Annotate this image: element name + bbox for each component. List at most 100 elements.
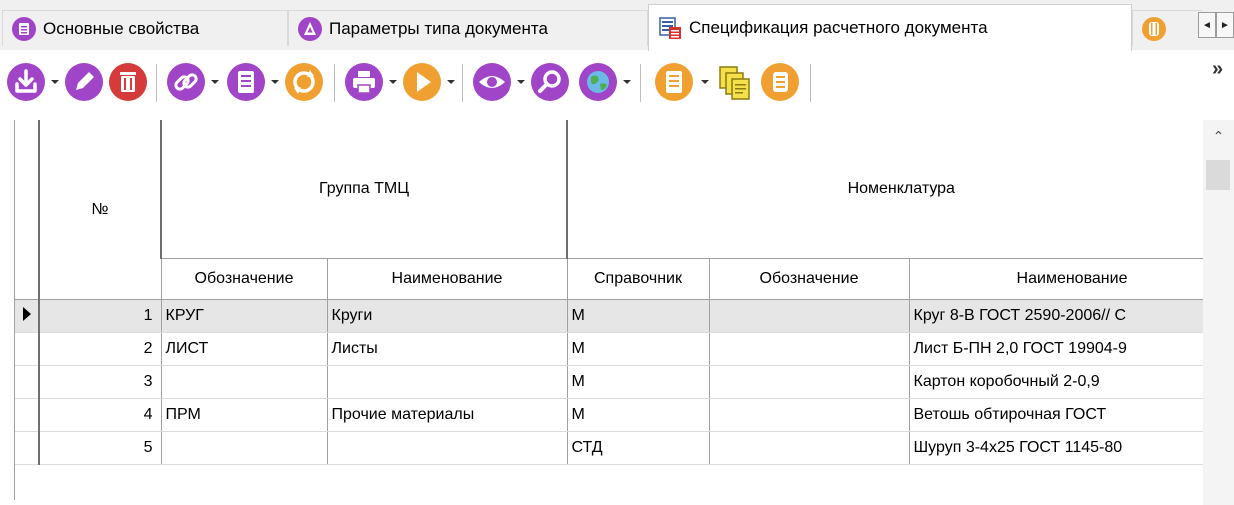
link-button[interactable] — [166, 62, 206, 102]
cell-nom-name[interactable]: Шуруп 3-4х25 ГОСТ 1145-80 — [908, 431, 1203, 465]
run-button[interactable] — [402, 62, 442, 102]
cell-group-code[interactable] — [160, 431, 328, 465]
column-header-number[interactable]: № — [38, 120, 162, 300]
cell-group-name[interactable] — [326, 431, 568, 465]
toolbar-separator — [640, 64, 641, 102]
cell-nom-ref[interactable]: М — [566, 365, 710, 399]
run-icon — [403, 63, 441, 101]
edit-icon — [65, 63, 103, 101]
tab-label: Основные свойства — [43, 18, 200, 38]
column-header-group-code[interactable]: Обозначение — [160, 258, 328, 300]
tab-doc-type-params[interactable]: Параметры типа документа — [288, 10, 648, 46]
toolbar-separator — [810, 64, 811, 102]
tab-overflow[interactable] — [1132, 10, 1202, 46]
toolbar-separator — [156, 64, 157, 102]
tab-scroll-right-button[interactable]: ► — [1216, 12, 1234, 38]
barrel-icon — [1142, 16, 1166, 41]
tab-main-properties[interactable]: Основные свойства — [2, 10, 288, 46]
cell-nom-ref[interactable]: М — [566, 332, 710, 366]
report-button[interactable] — [654, 62, 694, 102]
cell-nom-code[interactable] — [708, 299, 910, 333]
dropdown-arrow-icon[interactable] — [270, 77, 280, 87]
cell-nom-ref[interactable]: СТД — [566, 431, 710, 465]
document-button[interactable] — [226, 62, 266, 102]
column-group-header-tmc: Группа ТМЦ — [160, 120, 568, 259]
add-button[interactable] — [6, 62, 46, 102]
vertical-scrollbar[interactable]: ⌃ — [1203, 120, 1234, 505]
dropdown-arrow-icon[interactable] — [210, 77, 220, 87]
cell-number[interactable]: 3 — [38, 365, 162, 399]
table-row[interactable]: 3 М Картон коробочный 2-0,9 — [15, 365, 1203, 399]
toolbar-more-button[interactable]: » — [1212, 58, 1223, 81]
column-header-nom-ref[interactable]: Справочник — [566, 258, 710, 300]
dropdown-arrow-icon[interactable] — [388, 77, 398, 87]
cell-nom-code[interactable] — [708, 398, 910, 432]
cell-group-name[interactable]: Прочие материалы — [326, 398, 568, 432]
cell-group-name[interactable] — [326, 365, 568, 399]
refresh-icon — [285, 63, 323, 101]
view-button[interactable] — [472, 62, 512, 102]
column-header-nom-name[interactable]: Наименование — [908, 258, 1203, 300]
spec-table-icon — [659, 17, 681, 39]
link-icon — [167, 63, 205, 101]
column-header-group-name[interactable]: Наименование — [326, 258, 568, 300]
table-row[interactable]: 1 КРУГ Круги М Круг 8-В ГОСТ 2590-2006//… — [15, 299, 1203, 333]
cell-nom-name[interactable]: Картон коробочный 2-0,9 — [908, 365, 1203, 399]
spec-grid: № Группа ТМЦ Номенклатура Обозначение На… — [14, 120, 1203, 500]
cell-group-name[interactable]: Круги — [326, 299, 568, 333]
column-group-header-nomenclature: Номенклатура — [565, 120, 1203, 259]
dropdown-arrow-icon[interactable] — [446, 77, 456, 87]
cell-nom-code[interactable] — [708, 431, 910, 465]
table-row[interactable]: 4 ПРМ Прочие материалы М Ветошь обтирочн… — [15, 398, 1203, 432]
cell-group-name[interactable]: Листы — [326, 332, 568, 366]
scroll-icon — [761, 63, 799, 101]
cell-group-code[interactable]: ПРМ — [160, 398, 328, 432]
report-icon — [655, 63, 693, 101]
cell-nom-name[interactable]: Лист Б-ПН 2,0 ГОСТ 19904-9 — [908, 332, 1203, 366]
dropdown-arrow-icon[interactable] — [622, 77, 632, 87]
globe-button[interactable] — [578, 62, 618, 102]
delete-button[interactable] — [108, 62, 148, 102]
cell-nom-name[interactable]: Круг 8-В ГОСТ 2590-2006// С — [908, 299, 1203, 333]
cell-number[interactable]: 4 — [38, 398, 162, 432]
search-icon — [531, 63, 569, 101]
row-indicator-header — [15, 120, 40, 300]
cell-nom-code[interactable] — [708, 365, 910, 399]
copy-docs-icon — [719, 66, 750, 100]
globe-icon — [579, 63, 617, 101]
refresh-button[interactable] — [284, 62, 324, 102]
scrollbar-thumb[interactable] — [1206, 160, 1230, 190]
row-indicator — [15, 431, 40, 465]
cell-nom-ref[interactable]: М — [566, 398, 710, 432]
table-row[interactable]: 5 СТД Шуруп 3-4х25 ГОСТ 1145-80 — [15, 431, 1203, 465]
cell-group-code[interactable]: ЛИСТ — [160, 332, 328, 366]
cell-number[interactable]: 5 — [38, 431, 162, 465]
cell-group-code[interactable]: КРУГ — [160, 299, 328, 333]
cell-number[interactable]: 2 — [38, 332, 162, 366]
scroll-button[interactable] — [760, 62, 800, 102]
cell-group-code[interactable] — [160, 365, 328, 399]
tab-scroll-controls: ◄ ► — [1198, 12, 1234, 38]
dropdown-arrow-icon[interactable] — [50, 77, 60, 87]
cell-nom-code[interactable] — [708, 332, 910, 366]
print-button[interactable] — [344, 62, 384, 102]
list-icon — [12, 16, 36, 41]
delete-icon — [109, 63, 147, 101]
search-button[interactable] — [530, 62, 570, 102]
cell-nom-name[interactable]: Ветошь обтирочная ГОСТ — [908, 398, 1203, 432]
cell-number[interactable]: 1 — [38, 299, 162, 333]
dropdown-arrow-icon[interactable] — [516, 77, 526, 87]
column-header-nom-code[interactable]: Обозначение — [708, 258, 910, 300]
copy-docs-button[interactable] — [714, 62, 754, 102]
tab-spec[interactable]: Спецификация расчетного документа — [648, 4, 1132, 51]
tab-scroll-left-button[interactable]: ◄ — [1198, 12, 1216, 38]
dropdown-arrow-icon[interactable] — [700, 77, 710, 87]
table-row[interactable]: 2 ЛИСТ Листы М Лист Б-ПН 2,0 ГОСТ 19904-… — [15, 332, 1203, 366]
cell-nom-ref[interactable]: М — [566, 299, 710, 333]
view-icon — [473, 63, 511, 101]
print-icon — [345, 63, 383, 101]
scroll-up-icon[interactable]: ⌃ — [1203, 128, 1234, 145]
triangle-icon — [298, 16, 322, 41]
edit-button[interactable] — [64, 62, 104, 102]
row-indicator — [15, 365, 40, 399]
